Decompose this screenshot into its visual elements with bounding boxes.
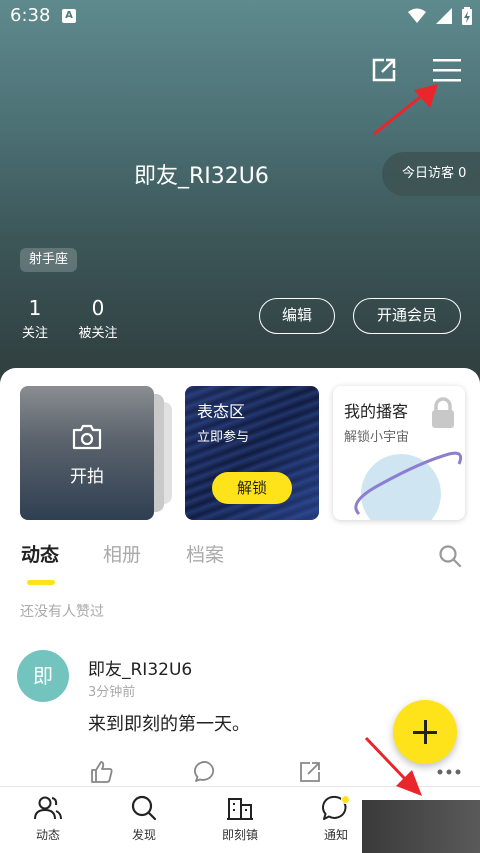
followers-label: 被关注 — [78, 326, 118, 341]
nav-discover[interactable]: 发现 — [109, 795, 179, 843]
expression-subtitle: 立即参与 — [197, 430, 250, 445]
visitor-count-badge[interactable]: 今日访客 0 — [382, 152, 480, 196]
more-icon[interactable] — [436, 768, 462, 776]
post-content[interactable]: 来到即刻的第一天。 — [88, 710, 250, 736]
post-author[interactable]: 即友_RI32U6 — [88, 655, 192, 680]
profile-tabs: 动态 相册 档案 — [0, 540, 480, 580]
notification-dot — [341, 795, 350, 804]
comment-icon[interactable] — [194, 760, 218, 784]
menu-icon[interactable] — [432, 56, 462, 84]
expression-zone-card[interactable]: 表态区 立即参与 解锁 — [185, 386, 319, 520]
zodiac-tag: 射手座 — [20, 248, 78, 272]
podcast-title: 我的播客 — [344, 402, 409, 421]
followers-stat[interactable]: 0 被关注 — [72, 296, 124, 341]
nav-label: 即刻镇 — [221, 828, 258, 842]
expression-title: 表态区 — [197, 402, 246, 421]
town-icon — [227, 798, 253, 820]
avatar[interactable]: 即 — [17, 650, 69, 702]
no-likes-text: 还没有人赞过 — [20, 604, 104, 620]
unlock-button[interactable]: 解锁 — [212, 472, 292, 504]
nav-notifications[interactable]: 通知 — [301, 795, 371, 843]
nav-moments[interactable]: 动态 — [13, 795, 83, 843]
following-stat[interactable]: 1 关注 — [16, 296, 54, 341]
lock-icon — [432, 397, 454, 428]
red-arrow-annotation — [373, 84, 438, 136]
vip-membership-button[interactable]: 开通会员 — [353, 298, 461, 334]
tab-album[interactable]: 相册 — [103, 540, 141, 567]
following-label: 关注 — [21, 326, 48, 341]
planet-icon — [354, 451, 463, 520]
profile-header: 6:38 A 即友_RI32U6 今日访客 0 射手座 1 关注 0 被关注 编… — [0, 0, 480, 400]
nav-me-redacted[interactable] — [362, 800, 480, 853]
like-icon[interactable] — [90, 760, 114, 784]
nav-label: 通知 — [323, 828, 348, 842]
share-icon[interactable] — [298, 760, 322, 784]
edit-profile-button[interactable]: 编辑 — [259, 298, 335, 334]
nav-town[interactable]: 即刻镇 — [205, 795, 275, 843]
shoot-label: 开拍 — [70, 467, 104, 487]
people-icon — [34, 796, 62, 820]
search-icon — [131, 795, 157, 821]
tab-archive[interactable]: 档案 — [186, 540, 224, 567]
share-icon[interactable] — [370, 56, 398, 84]
followers-count: 0 — [91, 296, 105, 320]
following-count: 1 — [28, 296, 42, 320]
signal-icon — [436, 8, 452, 24]
search-icon[interactable] — [438, 544, 462, 568]
post-time: 3分钟前 — [88, 685, 136, 700]
notification-app-icon: A — [62, 9, 76, 23]
podcast-card[interactable]: 我的播客 解锁小宇宙 — [333, 386, 465, 520]
nav-label: 发现 — [131, 828, 156, 842]
tab-moments[interactable]: 动态 — [21, 540, 59, 567]
red-arrow-annotation — [364, 736, 422, 796]
battery-icon — [462, 7, 472, 25]
status-bar: 6:38 A — [0, 0, 480, 32]
status-icons — [408, 7, 472, 25]
shoot-card[interactable]: 开拍 — [20, 386, 154, 520]
camera-icon — [72, 424, 102, 450]
status-time: 6:38 — [10, 5, 51, 26]
active-tab-indicator — [27, 580, 55, 585]
nav-label: 动态 — [35, 828, 60, 842]
wifi-icon — [408, 8, 426, 23]
username: 即友_RI32U6 — [134, 164, 269, 189]
